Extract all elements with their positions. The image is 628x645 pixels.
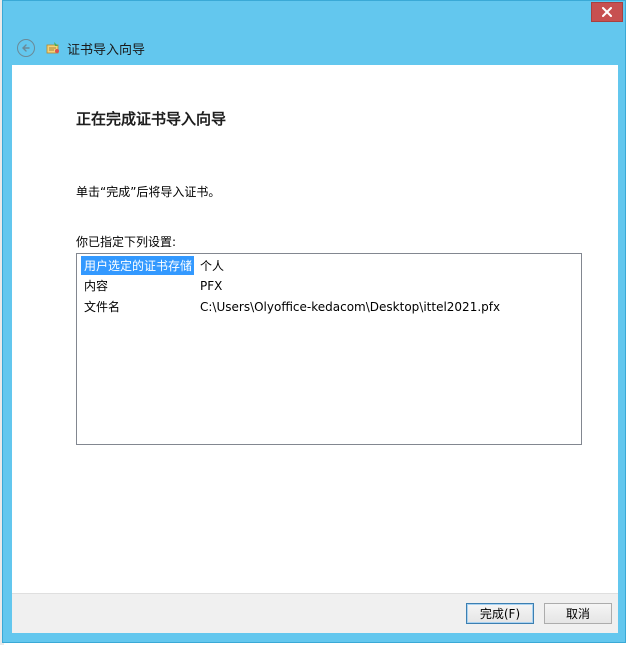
window-title: 证书导入向导 <box>67 42 146 58</box>
setting-key: 内容 <box>84 279 109 293</box>
cancel-button[interactable]: 取消 <box>544 603 612 624</box>
instruction-text: 单击“完成”后将导入证书。 <box>76 185 221 199</box>
close-button[interactable] <box>591 2 623 22</box>
wizard-window: 证书导入向导 正在完成证书导入向导 单击“完成”后将导入证书。 你已指定下列设置… <box>2 0 626 643</box>
list-item[interactable]: 文件名 C:\Users\Olyoffice-kedacom\Desktop\i… <box>81 297 500 316</box>
back-arrow-icon <box>22 44 30 52</box>
list-item[interactable]: 用户选定的证书存储 个人 <box>81 256 224 275</box>
setting-key: 用户选定的证书存储 <box>81 256 194 275</box>
setting-value: C:\Users\Olyoffice-kedacom\Desktop\ittel… <box>200 299 501 314</box>
settings-label: 你已指定下列设置: <box>76 235 177 249</box>
certificate-icon <box>46 42 59 54</box>
close-icon <box>602 7 612 17</box>
list-item[interactable]: 内容 PFX <box>81 276 222 295</box>
finish-button[interactable]: 完成(F) <box>466 603 534 624</box>
wizard-content: 正在完成证书导入向导 单击“完成”后将导入证书。 你已指定下列设置: 用户选定的… <box>12 65 618 593</box>
wizard-header: 证书导入向导 <box>11 31 617 65</box>
setting-value: 个人 <box>200 259 225 273</box>
page-heading: 正在完成证书导入向导 <box>76 110 227 128</box>
back-button[interactable] <box>17 39 35 57</box>
wizard-footer: 完成(F) 取消 <box>12 593 618 633</box>
setting-key: 文件名 <box>84 300 121 314</box>
setting-value: PFX <box>200 278 223 293</box>
settings-list[interactable]: 用户选定的证书存储 个人 内容 PFX 文件名 C:\Users\Olyoffi… <box>76 253 582 445</box>
